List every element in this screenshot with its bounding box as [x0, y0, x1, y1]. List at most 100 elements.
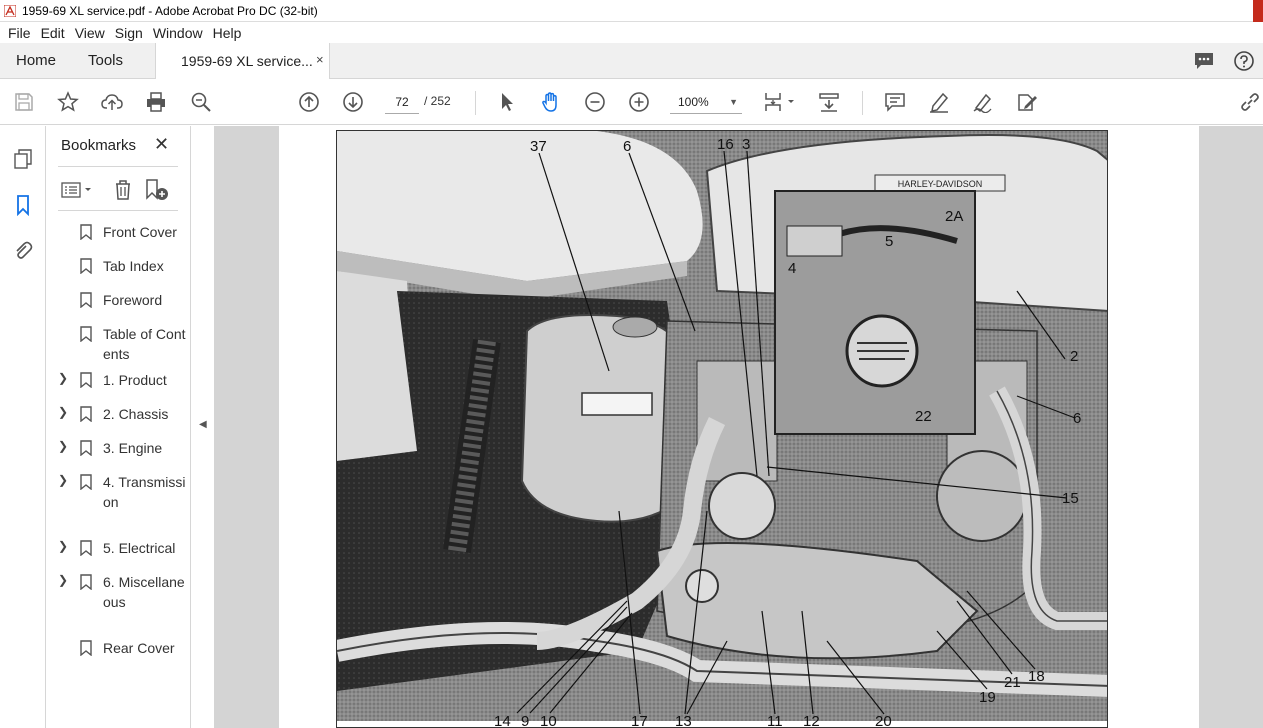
new-bookmark-button[interactable]	[144, 178, 170, 202]
attachment-icon[interactable]	[12, 240, 34, 262]
bookmark-label: 6. Miscellaneous	[103, 574, 185, 610]
bookmark-icon	[80, 640, 92, 656]
bookmark-icon	[80, 372, 92, 388]
edit-stamp-icon[interactable]	[1016, 91, 1038, 113]
scroll-mode-icon[interactable]	[818, 91, 840, 113]
tab-home[interactable]: Home	[16, 52, 56, 69]
divider	[58, 166, 178, 167]
document-viewport[interactable]: HARLEY-DAVIDSON 37 6 16 3 2A 5 4 2 6 22 …	[214, 126, 1263, 728]
callout-17: 17	[631, 713, 648, 728]
star-icon[interactable]	[57, 91, 79, 113]
callout-12: 12	[803, 713, 820, 728]
callout-9: 9	[521, 713, 529, 728]
page-number-input[interactable]: 72	[385, 90, 419, 114]
window-close-button[interactable]	[1253, 0, 1263, 22]
comment-icon[interactable]	[1193, 51, 1215, 71]
help-icon[interactable]	[1233, 51, 1255, 71]
bookmarks-close-button[interactable]: ✕	[154, 134, 169, 155]
bookmark-label: Table of Contents	[103, 326, 186, 362]
toolbar-divider	[475, 91, 476, 115]
bookmark-panel-icon[interactable]	[12, 194, 34, 216]
highlight-pen-icon[interactable]	[928, 91, 950, 113]
menu-file[interactable]: File	[8, 25, 31, 41]
zoom-search-icon[interactable]	[190, 91, 212, 113]
menu-help[interactable]: Help	[213, 25, 242, 41]
chevron-right-icon[interactable]: ❯	[58, 405, 68, 419]
callout-15: 15	[1062, 490, 1079, 507]
callout-11: 11	[767, 713, 783, 728]
pdf-page: HARLEY-DAVIDSON 37 6 16 3 2A 5 4 2 6 22 …	[279, 126, 1199, 728]
delete-bookmark-button[interactable]	[112, 178, 134, 202]
tank-badge-text: HARLEY-DAVIDSON	[898, 179, 983, 189]
callout-5: 5	[885, 233, 893, 250]
bookmark-icon	[80, 540, 92, 556]
divider	[58, 210, 178, 211]
bookmarks-panel: Bookmarks ✕ Front Cover Tab Index Foreword…	[46, 126, 191, 728]
page-total: / 252	[424, 94, 451, 108]
title-bar: 1959-69 XL service.pdf - Adobe Acrobat P…	[0, 0, 1263, 22]
zoom-out-icon[interactable]	[584, 91, 606, 113]
next-page-icon[interactable]	[342, 91, 364, 113]
trash-icon	[116, 180, 130, 200]
bookmark-label: 1. Product	[103, 372, 167, 388]
hand-tool-icon[interactable]	[540, 91, 562, 113]
callout-19: 19	[979, 689, 996, 706]
bookmark-label: 4. Transmission	[103, 474, 186, 510]
link-icon[interactable]	[1239, 91, 1261, 113]
bookmark-label: Front Cover	[103, 224, 177, 240]
acrobat-app-icon	[4, 4, 16, 17]
callout-3: 3	[742, 136, 750, 153]
callout-6b: 6	[1073, 410, 1081, 427]
bookmark-icon	[80, 440, 92, 456]
page-display-icon[interactable]	[763, 91, 797, 113]
bookmark-icon	[80, 474, 92, 490]
menu-sign[interactable]: Sign	[115, 25, 143, 41]
tab-document[interactable]: 1959-69 XL service... ×	[155, 43, 330, 79]
callout-16: 16	[717, 136, 734, 153]
menu-view[interactable]: View	[75, 25, 105, 41]
window-title: 1959-69 XL service.pdf - Adobe Acrobat P…	[22, 3, 318, 18]
add-comment-icon[interactable]	[884, 91, 906, 113]
menu-bar: File Edit View Sign Window Help	[0, 22, 1263, 43]
zoom-level-value: 100%	[678, 95, 709, 109]
bookmark-label: 3. Engine	[103, 440, 163, 456]
callout-6: 6	[623, 138, 631, 155]
panel-collapse-handle[interactable]: ◀	[191, 126, 214, 728]
engine-photo-figure: HARLEY-DAVIDSON 37 6 16 3 2A 5 4 2 6 22 …	[336, 130, 1108, 728]
bookmark-icon	[80, 406, 92, 422]
fill-sign-icon[interactable]	[972, 91, 994, 114]
pages-thumbnail-icon[interactable]	[12, 148, 34, 170]
bookmark-icon	[80, 292, 92, 308]
callout-4: 4	[788, 260, 796, 277]
select-arrow-icon[interactable]	[496, 91, 518, 113]
upload-cloud-icon[interactable]	[101, 91, 123, 113]
bookmark-icon	[80, 258, 92, 274]
bookmark-label: Rear Cover	[103, 640, 175, 656]
callout-18: 18	[1028, 668, 1045, 685]
tab-document-label: 1959-69 XL service...	[181, 53, 313, 69]
new-bookmark-icon	[146, 179, 168, 200]
toolbar: 72 / 252 100% ▼	[0, 79, 1263, 125]
callout-2: 2	[1070, 348, 1078, 365]
chevron-right-icon[interactable]: ❯	[58, 473, 68, 487]
menu-edit[interactable]: Edit	[41, 25, 65, 41]
save-icon[interactable]	[13, 91, 35, 113]
chevron-right-icon[interactable]: ❯	[58, 539, 68, 553]
callout-13: 13	[675, 713, 692, 728]
collapse-left-icon: ◀	[199, 419, 207, 430]
chevron-right-icon[interactable]: ❯	[58, 371, 68, 385]
zoom-in-icon[interactable]	[628, 91, 650, 113]
bookmarks-header: Bookmarks	[61, 137, 137, 154]
zoom-level-dropdown[interactable]: 100% ▼	[670, 90, 742, 114]
menu-window[interactable]: Window	[153, 25, 203, 41]
navigation-rail	[0, 126, 46, 728]
print-icon[interactable]	[145, 91, 167, 113]
bookmark-options-dropdown[interactable]	[61, 178, 95, 202]
chevron-right-icon[interactable]: ❯	[58, 573, 68, 587]
tab-tools[interactable]: Tools	[88, 52, 123, 69]
previous-page-icon[interactable]	[298, 91, 320, 113]
list-options-icon	[61, 182, 91, 198]
chevron-right-icon[interactable]: ❯	[58, 439, 68, 453]
bookmark-label: 2. Chassis	[103, 406, 169, 422]
tab-close-button[interactable]: ×	[316, 52, 324, 67]
